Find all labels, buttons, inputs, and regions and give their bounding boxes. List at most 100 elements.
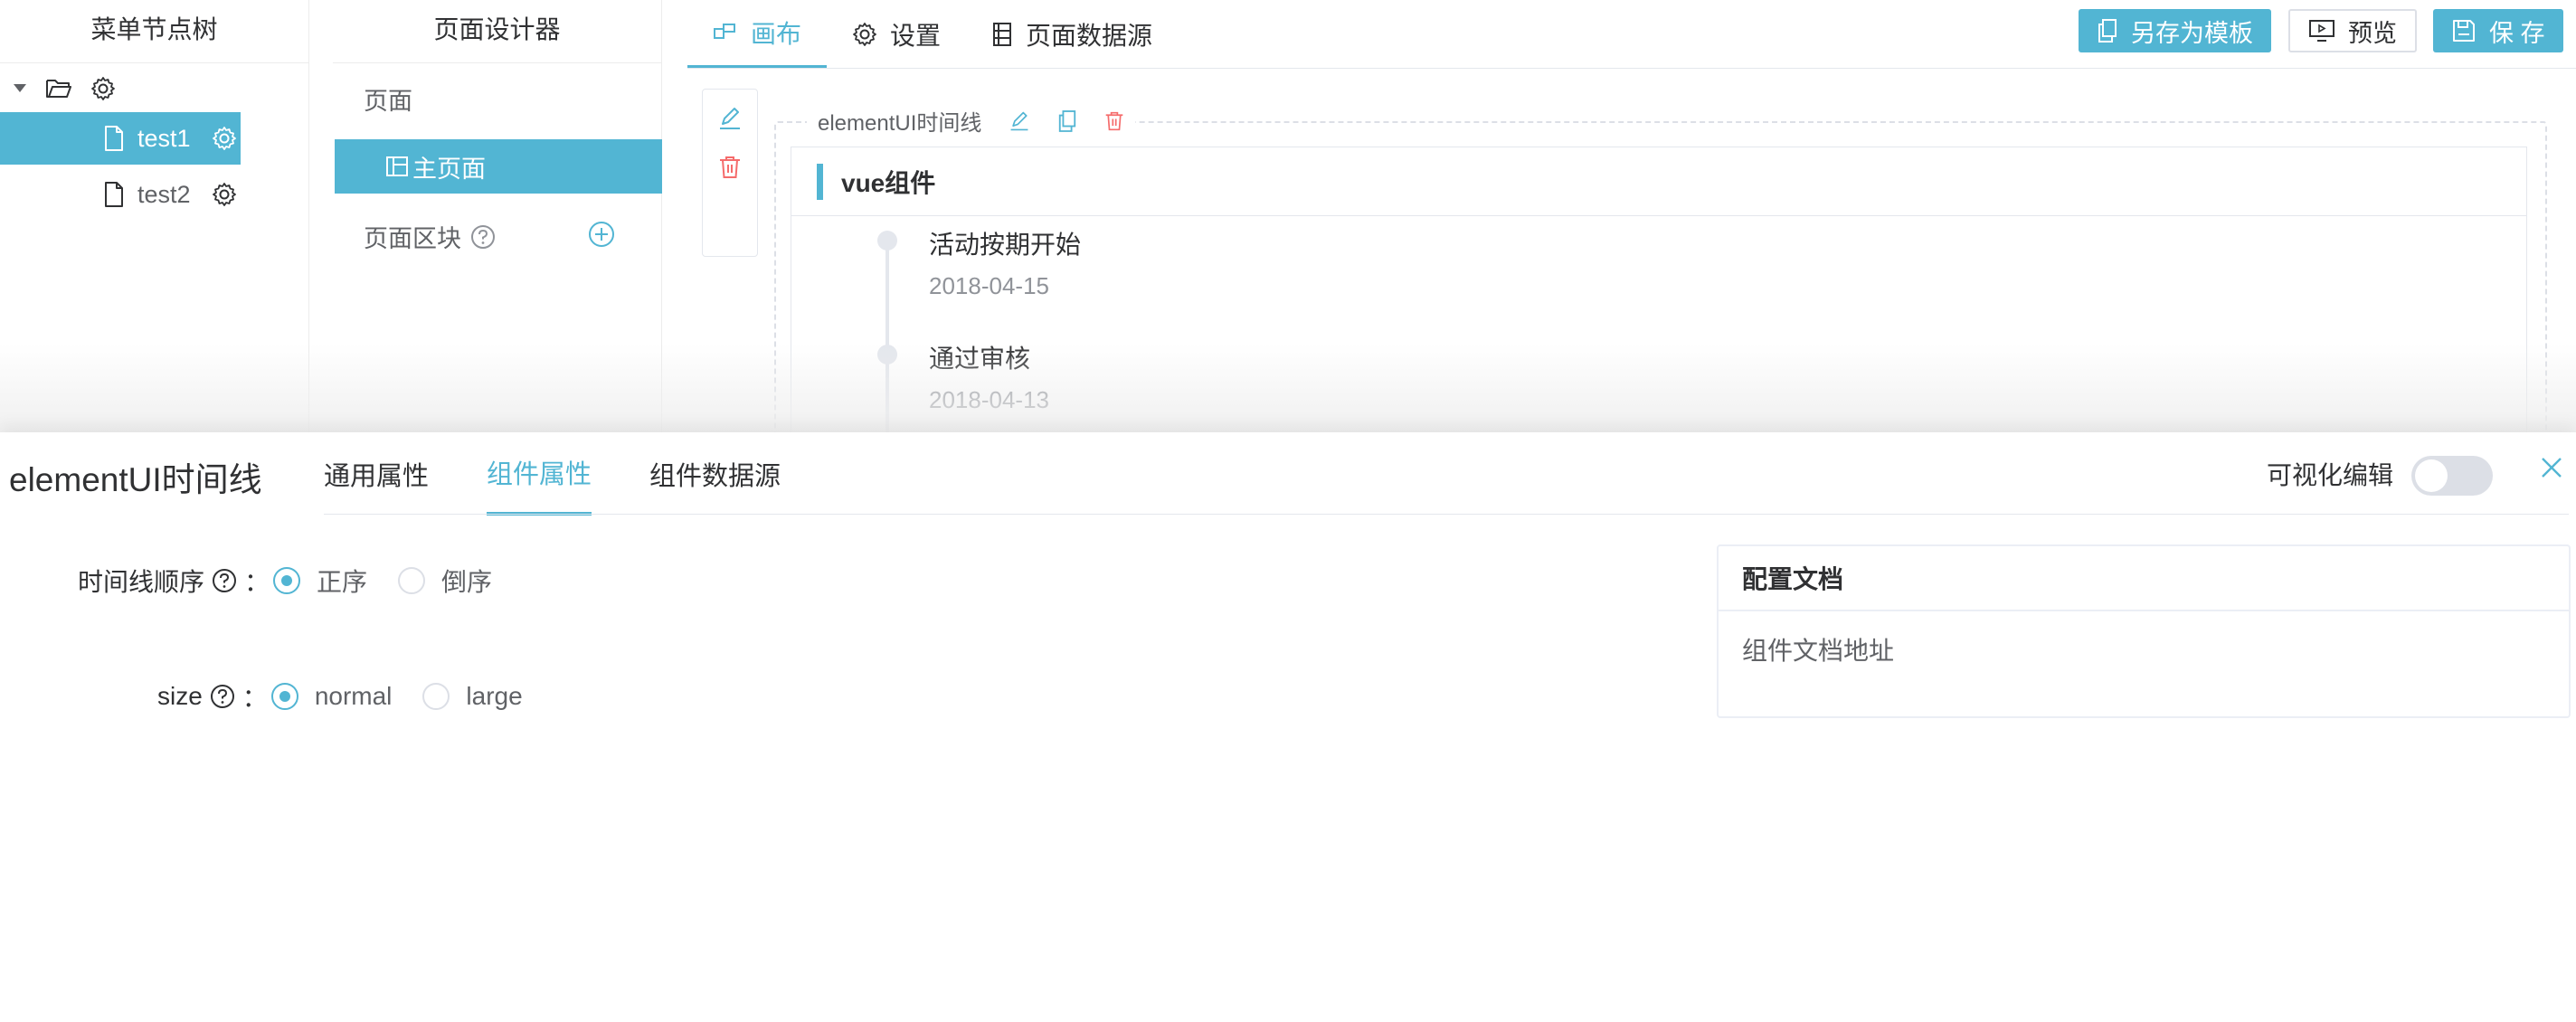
tree-item-label: test2	[137, 180, 191, 208]
timeline-dot	[877, 345, 897, 364]
copy-icon	[2097, 18, 2118, 43]
config-doc-card: 配置文档 组件文档地址	[1717, 544, 2571, 718]
gear-icon[interactable]	[90, 76, 116, 101]
radio-normal[interactable]: normal	[270, 682, 393, 711]
close-icon[interactable]	[2540, 456, 2563, 479]
page-designer-title: 页面设计器	[333, 0, 661, 63]
tab-settings[interactable]: 设置	[827, 0, 966, 69]
field-label: size	[157, 682, 203, 710]
radio-large[interactable]: large	[422, 682, 523, 711]
drawer-tabs-divider	[324, 514, 2569, 515]
tab-label: 设置	[890, 22, 942, 50]
add-block-icon[interactable]	[588, 221, 615, 248]
save-button[interactable]: 保 存	[2433, 9, 2563, 52]
radio-label: normal	[314, 682, 393, 710]
radio-circle	[422, 683, 450, 710]
page-block-row: 页面区块	[364, 219, 496, 254]
page-block-label: 页面区块	[364, 225, 461, 252]
radio-circle	[273, 567, 301, 594]
help-icon[interactable]	[212, 568, 237, 593]
tab-component-datasource[interactable]: 组件数据源	[649, 432, 781, 516]
tab-label: 画布	[751, 20, 802, 48]
help-icon[interactable]	[210, 684, 235, 709]
tree-item-test1[interactable]: test1	[0, 112, 241, 165]
tree-root-node[interactable]	[13, 71, 116, 107]
tab-page-datasource[interactable]: 页面数据源	[966, 0, 1178, 69]
form-row-size: size ： normal large	[157, 678, 554, 714]
gear-icon	[852, 22, 877, 47]
timeline-content: 通过审核	[929, 345, 1031, 373]
radio-label: 倒序	[441, 568, 493, 596]
layout-icon	[385, 155, 409, 178]
main-page-label: 主页面	[412, 155, 486, 183]
radio-ascending[interactable]: 正序	[273, 563, 367, 599]
form-row-order: 时间线顺序 ： 正序 倒序	[78, 563, 523, 599]
menu-tree-title: 菜单节点树	[0, 0, 308, 63]
file-icon	[103, 181, 125, 208]
tab-common-props[interactable]: 通用属性	[324, 432, 429, 516]
radio-label: large	[466, 682, 523, 710]
copy-icon[interactable]	[1057, 109, 1077, 133]
canvas-area: 画布 设置 页面数据源 另存为模板 预览 保 存 elementUI时间线 vu…	[687, 0, 2576, 449]
radio-descending[interactable]: 倒序	[398, 563, 492, 599]
drawer-tabs: 通用属性 组件属性 组件数据源	[324, 432, 838, 516]
form-label: 时间线顺序 ：	[78, 563, 270, 599]
timeline-dot	[877, 231, 897, 251]
main-page-item[interactable]: 主页面	[335, 139, 662, 194]
edit-icon[interactable]	[1009, 110, 1030, 132]
timeline-component-frame[interactable]: elementUI时间线 vue组件 活动按期开始 2018-04-15 通过审…	[774, 105, 2547, 449]
monitor-icon	[2308, 19, 2335, 43]
doc-card-title: 配置文档	[1719, 546, 2569, 611]
save-icon	[2451, 18, 2477, 43]
component-doc-link[interactable]: 组件文档地址	[1719, 611, 2569, 687]
header-accent-bar	[817, 163, 823, 200]
tree-item-test2[interactable]: test2	[0, 168, 241, 221]
button-label: 另存为模板	[2131, 19, 2253, 47]
tab-canvas[interactable]: 画布	[687, 0, 828, 69]
save-as-template-button[interactable]: 另存为模板	[2079, 9, 2271, 52]
component-name: elementUI时间线	[818, 111, 982, 136]
component-side-tools	[702, 89, 758, 257]
canvas-icon	[713, 22, 738, 43]
tab-component-props[interactable]: 组件属性	[487, 432, 592, 516]
menu-tree-panel: 菜单节点树 test1 test2	[0, 0, 309, 432]
radio-label: 正序	[317, 568, 368, 596]
toggle-knob	[2415, 459, 2448, 492]
edit-icon[interactable]	[717, 106, 743, 131]
visual-edit-toggle[interactable]	[2411, 456, 2493, 496]
folder-open-icon	[45, 77, 72, 100]
timeline-line	[886, 232, 889, 449]
form-label: size ：	[157, 678, 268, 714]
canvas-tabs: 画布 设置 页面数据源	[687, 0, 1178, 69]
vue-card-header: vue组件	[791, 147, 2526, 216]
timeline-timestamp: 2018-04-13	[929, 386, 1049, 413]
label-colon: ：	[244, 568, 270, 596]
caret-down-icon[interactable]	[13, 83, 27, 94]
radio-circle	[270, 683, 298, 710]
tab-label: 页面数据源	[1026, 22, 1153, 50]
label-colon: ：	[242, 684, 268, 712]
drawer-title: elementUI时间线	[9, 461, 262, 498]
field-label: 时间线顺序	[78, 568, 205, 596]
visual-edit-label: 可视化编辑	[2267, 461, 2394, 489]
datasource-icon	[991, 22, 1013, 47]
button-label: 保 存	[2489, 19, 2545, 47]
page-designer-panel: 页面设计器 页面 主页面 页面区块	[333, 0, 662, 432]
help-icon[interactable]	[470, 224, 496, 250]
button-label: 预览	[2348, 19, 2397, 47]
component-toolbar: elementUI时间线	[807, 105, 1136, 137]
timeline-content: 活动按期开始	[929, 231, 1082, 259]
page-section-label: 页面	[364, 88, 412, 115]
delete-icon[interactable]	[1104, 110, 1124, 132]
gear-icon[interactable]	[212, 126, 237, 151]
file-icon	[103, 125, 125, 152]
timeline-timestamp: 2018-04-15	[929, 272, 1049, 299]
vue-component-card: vue组件 活动按期开始 2018-04-15 通过审核 2018-04-13	[791, 147, 2527, 449]
properties-drawer: elementUI时间线 通用属性 组件属性 组件数据源 可视化编辑 时间线顺序…	[0, 432, 2576, 1022]
delete-icon[interactable]	[718, 155, 742, 180]
tabs-divider	[687, 68, 2576, 69]
vue-card-title: vue组件	[841, 168, 936, 197]
radio-circle	[398, 567, 426, 594]
preview-button[interactable]: 预览	[2288, 9, 2417, 52]
gear-icon[interactable]	[212, 182, 237, 207]
